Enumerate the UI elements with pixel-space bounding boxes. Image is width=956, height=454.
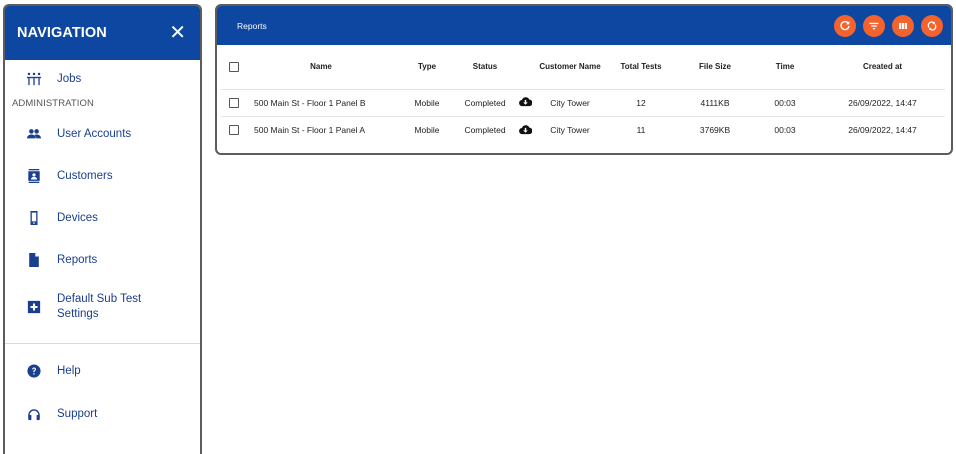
- reports-header: Reports: [217, 6, 951, 45]
- report-name: 500 Main St - Floor 1 Panel A: [254, 124, 366, 135]
- jobs-icon: [26, 71, 42, 87]
- row-select-cell: [221, 89, 246, 117]
- nav-item-label: Support: [57, 408, 98, 420]
- columns-icon: [899, 22, 907, 29]
- report-name: 500 Main St - Floor 1 Panel B: [246, 89, 396, 117]
- report-status: Completed: [464, 124, 506, 135]
- total-tests: 11: [636, 124, 646, 135]
- nav-item-label: Default Sub Test Settings: [57, 292, 141, 322]
- nav-item-label: Jobs: [57, 73, 82, 85]
- column-header-time[interactable]: Time: [750, 45, 820, 90]
- administration-section-header: ADMINISTRATION: [12, 98, 94, 109]
- nav-item-label: Reports: [57, 254, 98, 266]
- cloud-download-icon[interactable]: [518, 123, 532, 135]
- navigation-drawer: NAVIGATION ✕ Jobs ADMINISTRATION User Ac…: [3, 4, 202, 454]
- column-header-customer-name[interactable]: Customer Name: [538, 45, 602, 90]
- nav-item-reports[interactable]: Reports: [5, 239, 200, 281]
- phone-icon: [26, 210, 42, 226]
- column-header-name[interactable]: Name: [246, 45, 396, 90]
- users-icon: [26, 126, 42, 142]
- file-size: 3769KB: [699, 124, 731, 135]
- customer-name: City Tower: [550, 124, 590, 135]
- time: 00:03: [774, 124, 796, 135]
- created-at: 26/09/2022, 14:47: [820, 89, 945, 117]
- sync-icon: [927, 20, 937, 31]
- row-select-cell: [221, 116, 246, 143]
- header-actions: [834, 14, 943, 37]
- table-row[interactable]: 500 Main St - Floor 1 Panel A Mobile Com…: [221, 116, 945, 143]
- headset-icon: [26, 406, 42, 422]
- total-tests: 12: [602, 89, 680, 117]
- column-header-download: [512, 45, 538, 90]
- nav-item-user-accounts[interactable]: User Accounts: [5, 113, 200, 155]
- table-row[interactable]: 500 Main St - Floor 1 Panel B Mobile Com…: [221, 89, 945, 117]
- refresh-icon: [840, 20, 850, 30]
- filter-button[interactable]: [863, 14, 885, 37]
- reports-panel: Reports Name Type Status Customer Name T…: [215, 4, 953, 155]
- refresh-button[interactable]: [834, 14, 856, 37]
- download-cell: [512, 89, 538, 117]
- column-header-type[interactable]: Type: [396, 45, 458, 90]
- medical-box-icon: [26, 299, 42, 315]
- nav-item-devices[interactable]: Devices: [5, 197, 200, 239]
- select-all-cell: [221, 45, 246, 90]
- filter-icon: [869, 22, 879, 29]
- file-size: 4111KB: [680, 89, 750, 117]
- nav-divider: [5, 343, 200, 344]
- navigation-title: NAVIGATION: [17, 25, 107, 41]
- document-icon: [26, 252, 42, 268]
- nav-item-default-sub-test-settings[interactable]: Default Sub Test Settings: [5, 281, 200, 333]
- nav-item-support[interactable]: Support: [5, 396, 200, 432]
- help-icon: [26, 363, 42, 379]
- reports-table: Name Type Status Customer Name Total Tes…: [221, 45, 945, 143]
- table-header-row: Name Type Status Customer Name Total Tes…: [221, 45, 945, 90]
- columns-button[interactable]: [892, 14, 914, 37]
- close-icon[interactable]: ✕: [169, 23, 186, 43]
- navigation-header: NAVIGATION ✕: [5, 6, 200, 60]
- contact-card-icon: [26, 168, 42, 184]
- select-all-checkbox[interactable]: [228, 61, 239, 72]
- download-cell: [512, 116, 538, 143]
- customer-name: City Tower: [538, 89, 602, 117]
- time: 00:03: [750, 89, 820, 117]
- nav-item-label: Help: [57, 365, 81, 377]
- nav-item-label: Customers: [57, 170, 113, 182]
- column-header-total-tests[interactable]: Total Tests: [602, 45, 680, 90]
- column-header-status[interactable]: Status: [458, 45, 512, 90]
- sync-button[interactable]: [921, 14, 943, 37]
- row-checkbox[interactable]: [228, 97, 239, 108]
- nav-item-customers[interactable]: Customers: [5, 155, 200, 197]
- column-header-file-size[interactable]: File Size: [680, 45, 750, 90]
- nav-item-label: Devices: [57, 212, 98, 224]
- nav-item-label-line2: Settings: [57, 308, 99, 320]
- report-type: Mobile: [396, 89, 458, 117]
- nav-item-jobs[interactable]: Jobs: [5, 62, 200, 96]
- column-header-created-at[interactable]: Created at: [820, 45, 945, 90]
- cloud-download-icon[interactable]: [518, 96, 532, 108]
- reports-title: Reports: [237, 20, 267, 31]
- nav-item-help[interactable]: Help: [5, 346, 200, 396]
- created-at: 26/09/2022, 14:47: [848, 124, 917, 135]
- row-checkbox[interactable]: [228, 125, 239, 136]
- report-status: Completed: [458, 89, 512, 117]
- nav-item-label-line1: Default Sub Test: [57, 293, 142, 305]
- nav-item-label: User Accounts: [57, 128, 132, 140]
- report-type: Mobile: [414, 124, 440, 135]
